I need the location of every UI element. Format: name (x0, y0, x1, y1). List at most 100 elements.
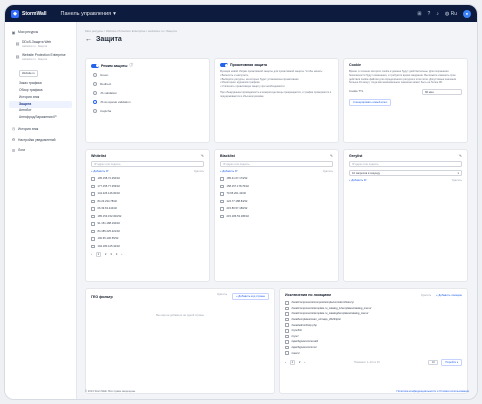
row-checkbox[interactable] (220, 199, 224, 203)
sidebar-item-notifications[interactable]: ⚙ Настройки уведомлений (9, 137, 72, 145)
bell-icon[interactable]: ♪ (436, 11, 439, 17)
row-checkbox[interactable] (91, 207, 95, 211)
page-number[interactable]: 1 (95, 252, 101, 257)
blacklist-search-input[interactable]: IP адрес или подсеть (220, 161, 333, 167)
greylist-search-input[interactable]: IP адрес или подсеть (349, 161, 462, 167)
goto-page-button[interactable]: Перейти к (441, 358, 462, 366)
table-row[interactable]: 84.185.225.221/32 (91, 228, 204, 236)
table-row[interactable]: 06.39.63.244/32 (91, 205, 204, 213)
row-checkbox[interactable] (91, 244, 95, 248)
per-page-select[interactable]: 10 (428, 359, 439, 365)
brand-logo[interactable]: ◆ StormWall (11, 9, 47, 18)
radio-button[interactable] (93, 109, 97, 113)
grid-icon[interactable]: ⊞ (417, 11, 421, 17)
help-icon[interactable]: ? (428, 11, 431, 17)
add-ip-button[interactable]: + Добавить IP (349, 179, 366, 182)
breadcrumb[interactable]: Мои ресурсы / Website Protection Enterpr… (85, 29, 469, 33)
row-checkbox[interactable] (91, 192, 95, 196)
edit-icon[interactable]: ✎ (201, 154, 204, 158)
row-checkbox[interactable] (285, 334, 289, 339)
row-checkbox[interactable] (285, 323, 289, 327)
add-ip-button[interactable]: + Добавить IP (220, 170, 237, 173)
delete-button[interactable]: Удалить (421, 294, 431, 297)
row-checkbox[interactable] (285, 301, 289, 305)
delete-button[interactable]: Удалить (194, 170, 204, 173)
table-row[interactable]: 124.77.188.84/32 (220, 198, 333, 206)
sidebar-item-attack-history[interactable]: ◷ История атак (9, 126, 72, 134)
delete-button[interactable]: Удалить (452, 179, 462, 182)
row-checkbox[interactable] (91, 214, 95, 218)
proactive-toggle[interactable] (220, 63, 228, 67)
add-country-button[interactable]: + Добавить код страны (232, 293, 269, 300)
sidebar-item-logs[interactable]: ☰ Логи (9, 147, 72, 155)
cookie-ttl-input[interactable]: 90 мин (422, 89, 462, 95)
add-location-button[interactable]: + Добавить локацию (436, 294, 462, 297)
protection-mode-toggle[interactable] (91, 63, 99, 68)
radio-button[interactable] (93, 100, 97, 104)
page-number[interactable]: 1 (289, 359, 295, 365)
table-row[interactable]: 91.151.188.194/32 (91, 220, 204, 228)
table-row[interactable]: 185.41.67.173/32 (220, 175, 333, 183)
row-checkbox[interactable] (91, 229, 95, 233)
panel-switcher[interactable]: Панель управления ▾ (61, 11, 116, 17)
add-ip-button[interactable]: + Добавить IP (91, 170, 108, 173)
page-number[interactable]: 3 (110, 253, 112, 256)
row-checkbox[interactable] (91, 237, 95, 241)
page-number[interactable]: 2 (299, 361, 301, 364)
row-checkbox[interactable] (220, 184, 224, 188)
delete-button[interactable]: Удалить (217, 293, 227, 300)
table-row[interactable]: 215.186.53.186/32 (220, 213, 333, 221)
chevron-left-icon[interactable]: ‹ (91, 253, 92, 256)
language-switcher[interactable]: ◍ Ru (445, 11, 457, 17)
sidebar-item-0[interactable]: Заказ трафика (9, 80, 72, 87)
regenerate-key-button[interactable]: Сгенерировать новый ключ (349, 99, 392, 106)
sidebar-item-5[interactable]: Антифрод/Заражения IP (9, 115, 72, 122)
page-number[interactable]: 2 (105, 253, 107, 256)
row-checkbox[interactable] (285, 306, 289, 311)
back-arrow-icon[interactable]: ← (85, 36, 92, 43)
info-icon[interactable]: ⓘ (129, 63, 133, 68)
sidebar-item-resource-2[interactable]: ▤ Website Protection Enterprise webstore.… (9, 53, 72, 63)
mode-option[interactable]: JS validation (93, 91, 204, 95)
row-checkbox[interactable] (285, 312, 289, 316)
row-checkbox[interactable] (91, 199, 95, 203)
sidebar-item-3[interactable]: Защита (9, 101, 72, 108)
chevron-right-icon[interactable]: › (304, 361, 305, 364)
resource-tag[interactable]: Website.ru (9, 69, 72, 78)
mode-option[interactable]: Redirect (93, 82, 204, 86)
row-checkbox[interactable] (285, 345, 289, 350)
table-row[interactable]: 215.89.57.180/32 (220, 205, 333, 213)
table-row[interactable]: 177.155.77.253/32 (91, 183, 204, 191)
table-row[interactable]: 84.23.234.78/32 (91, 198, 204, 206)
edit-icon[interactable]: ✎ (459, 154, 462, 158)
page-number[interactable]: 4 (116, 253, 118, 256)
list-item[interactable]: /users/ (285, 350, 462, 356)
greylist-rate-select[interactable]: 10 запросов в секунду ▾ (349, 170, 462, 176)
sidebar-item-4[interactable]: Антибот (9, 108, 72, 115)
row-checkbox[interactable] (285, 329, 289, 333)
table-row[interactable]: 100.65.100.55/32 (91, 235, 204, 243)
table-row[interactable]: 70.65.201.42/32 (220, 190, 333, 198)
whitelist-search-input[interactable]: IP адрес или подсеть (91, 161, 204, 167)
row-checkbox[interactable] (220, 214, 224, 218)
row-checkbox[interactable] (220, 207, 224, 211)
chevron-right-icon[interactable]: › (121, 253, 122, 256)
table-row[interactable]: 195.158.72.254/32 (91, 175, 204, 183)
avatar[interactable]: ● (463, 9, 471, 18)
row-checkbox[interactable] (220, 177, 224, 181)
table-row[interactable]: 144.226.146.00/32 (91, 190, 204, 198)
row-checkbox[interactable] (285, 351, 289, 355)
mode-option[interactable]: Green (93, 73, 204, 77)
table-row[interactable]: 185.153.152.000/32 (91, 213, 204, 221)
mode-option[interactable]: Captcha (93, 109, 204, 113)
sidebar-item-2[interactable]: История атак (9, 94, 72, 101)
table-row[interactable]: 194.180.125.34/32 (91, 243, 204, 251)
row-checkbox[interactable] (285, 340, 289, 344)
sidebar-item-resource-1[interactable]: ▤ DDoS-Защита Web webstore.ru · Защита (9, 40, 72, 50)
sidebar-item-my-resources[interactable]: ▣ Мои ресурсы (9, 29, 72, 37)
row-checkbox[interactable] (91, 177, 95, 181)
delete-button[interactable]: Удалить (323, 170, 333, 173)
row-checkbox[interactable] (91, 184, 95, 188)
row-checkbox[interactable] (285, 317, 289, 322)
radio-button[interactable] (93, 73, 97, 77)
